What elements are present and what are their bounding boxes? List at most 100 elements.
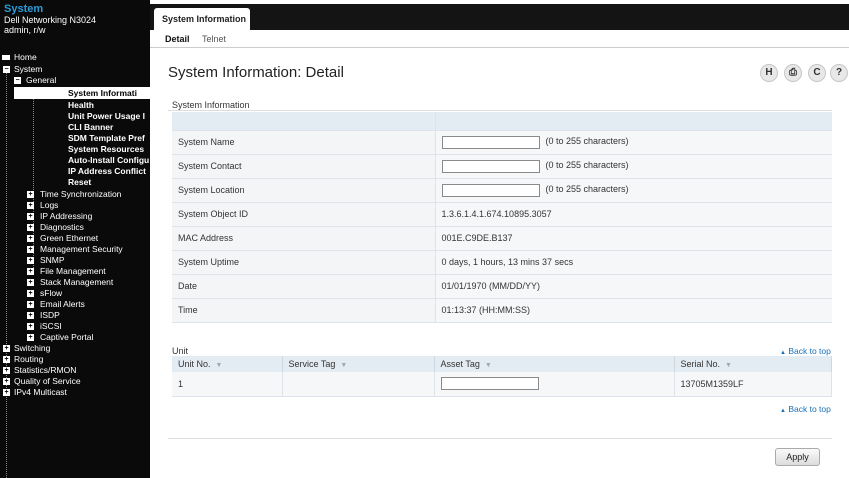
sidebar-item-label: Diagnostics [40, 222, 84, 232]
table-row: Date 01/01/1970 (MM/DD/YY) [172, 274, 832, 299]
sidebar-item-time-synchronization[interactable]: Time Synchronization [40, 189, 121, 199]
row-label: System Name [172, 130, 436, 155]
expand-icon[interactable]: + [27, 202, 34, 209]
sidebar-item-health[interactable]: Health [68, 100, 94, 110]
table-header-row [172, 112, 832, 131]
expand-icon[interactable]: + [27, 213, 34, 220]
sidebar-item-cli-banner[interactable]: CLI Banner [68, 122, 113, 132]
sidebar-item-label: IPv4 Multicast [14, 387, 67, 397]
field-hint: (0 to 255 characters) [545, 160, 629, 171]
collapse-icon[interactable]: − [14, 77, 21, 84]
sidebar-item-sflow[interactable]: sFlow [40, 288, 62, 298]
sidebar-item-label: SDM Template Pref [68, 133, 145, 143]
asset-tag-input[interactable] [440, 377, 539, 391]
tree-connector [6, 70, 7, 478]
column-header-service-tag[interactable]: Service Tag ▼ [282, 356, 435, 372]
sidebar-item-ip-address-conflict[interactable]: IP Address Conflict [68, 166, 146, 176]
system-location-input[interactable] [441, 183, 540, 197]
sidebar-item-diagnostics[interactable]: Diagnostics [40, 222, 84, 232]
sidebar-item-label: IP Addressing [40, 211, 93, 221]
back-to-top-link[interactable]: ▲ Back to top [780, 404, 831, 414]
expand-icon[interactable]: + [27, 224, 34, 231]
expand-icon[interactable]: + [3, 345, 10, 352]
expand-icon[interactable]: + [3, 356, 10, 363]
expand-icon[interactable]: + [3, 378, 10, 385]
table-row: 1 13705M1359LF [172, 372, 832, 397]
expand-icon[interactable]: + [27, 191, 34, 198]
sidebar-item-system-resources[interactable]: System Resources [68, 144, 144, 154]
field-hint: (0 to 255 characters) [545, 136, 629, 147]
sidebar-item-switching[interactable]: Switching [14, 343, 50, 353]
expand-icon[interactable]: + [27, 323, 34, 330]
expand-icon[interactable]: + [27, 301, 34, 308]
sidebar-item-system[interactable]: System [14, 64, 42, 74]
column-header-asset-tag[interactable]: Asset Tag ▼ [434, 356, 675, 372]
sidebar-item-ipv4-multicast[interactable]: IPv4 Multicast [14, 387, 67, 397]
expand-icon[interactable]: + [27, 334, 34, 341]
sidebar-item-iscsi[interactable]: iSCSI [40, 321, 62, 331]
expand-icon[interactable]: + [27, 268, 34, 275]
sidebar-item-label: Stack Management [40, 277, 114, 287]
expand-icon[interactable]: + [27, 246, 34, 253]
back-to-top-link[interactable]: ▲ Back to top [780, 346, 831, 356]
sidebar-item-reset[interactable]: Reset [68, 177, 91, 187]
apply-button[interactable]: Apply [775, 448, 820, 466]
sidebar-item-label: IP Address Conflict [68, 166, 146, 176]
sidebar-item-general[interactable]: General [26, 75, 56, 85]
sidebar-header: System Dell Networking N3024 admin, r/w [0, 0, 150, 50]
system-name-input[interactable] [441, 135, 540, 149]
sidebar-item-label: Unit Power Usage I [68, 111, 145, 121]
expand-icon[interactable]: + [27, 290, 34, 297]
print-icon[interactable]: ⎙ [784, 64, 802, 82]
section-title: System Information [172, 100, 250, 110]
row-label: Date [172, 274, 436, 299]
sidebar-item-stack-management[interactable]: Stack Management [40, 277, 113, 287]
sidebar-item-isdp[interactable]: ISDP [40, 310, 60, 320]
main-content: System Information: Detail H ⎙ C ? Syste… [150, 50, 849, 478]
sidebar-item-sdm-template[interactable]: SDM Template Pref [68, 133, 145, 143]
sidebar-item-label: Logs [40, 200, 59, 210]
sidebar-item-captive-portal[interactable]: Captive Portal [40, 332, 93, 342]
column-header-unit-no[interactable]: Unit No. ▼ [172, 356, 283, 372]
subtab-detail[interactable]: Detail [165, 34, 190, 44]
help-icon[interactable]: H [760, 64, 778, 82]
table-row: System Contact (0 to 255 characters) [172, 154, 832, 179]
sidebar-item-routing[interactable]: Routing [14, 354, 43, 364]
page-title: System Information: Detail [168, 64, 344, 81]
user-role: admin, r/w [4, 25, 46, 35]
column-header-label: Asset Tag [440, 359, 480, 369]
expand-icon[interactable]: + [27, 257, 34, 264]
expand-icon[interactable]: + [3, 367, 10, 374]
back-to-top-label: Back to top [788, 404, 831, 414]
refresh-icon[interactable]: C [808, 64, 826, 82]
sidebar-item-management-security[interactable]: Management Security [40, 244, 123, 254]
sidebar-item-email-alerts[interactable]: Email Alerts [40, 299, 85, 309]
sidebar-item-system-information[interactable]: System Informati [68, 88, 137, 98]
sidebar-item-unit-power-usage[interactable]: Unit Power Usage I [68, 111, 145, 121]
subtab-telnet[interactable]: Telnet [202, 34, 226, 44]
sidebar-item-logs[interactable]: Logs [40, 200, 58, 210]
tab-system-information[interactable]: System Information [154, 8, 250, 30]
device-name: Dell Networking N3024 [4, 15, 97, 25]
sidebar-item-statistics-rmon[interactable]: Statistics/RMON [14, 365, 76, 375]
collapse-icon[interactable]: − [3, 66, 10, 73]
column-header-serial-no[interactable]: Serial No. ▼ [674, 356, 832, 372]
system-contact-input[interactable] [441, 159, 540, 173]
unit-table: Unit No. ▼ Service Tag ▼ Asset Tag ▼ Serial… [172, 356, 832, 397]
sidebar-item-label: Switching [14, 343, 51, 353]
sidebar-item-quality-of-service[interactable]: Quality of Service [14, 376, 81, 386]
sidebar-item-file-management[interactable]: File Management [40, 266, 106, 276]
expand-icon[interactable]: + [3, 389, 10, 396]
unit-no-cell: 1 [172, 372, 283, 397]
sidebar-item-label: Reset [68, 177, 92, 187]
expand-icon[interactable]: + [27, 312, 34, 319]
sidebar-item-snmp[interactable]: SNMP [40, 255, 65, 265]
sidebar-item-auto-install[interactable]: Auto-Install Configu [68, 155, 149, 165]
question-icon[interactable]: ? [830, 64, 848, 82]
expand-icon[interactable]: + [27, 235, 34, 242]
sidebar-item-ip-addressing[interactable]: IP Addressing [40, 211, 92, 221]
sidebar-item-home[interactable]: Home [2, 52, 37, 62]
sidebar-item-green-ethernet[interactable]: Green Ethernet [40, 233, 98, 243]
expand-icon[interactable]: + [27, 279, 34, 286]
sidebar-item-label: SNMP [40, 255, 65, 265]
